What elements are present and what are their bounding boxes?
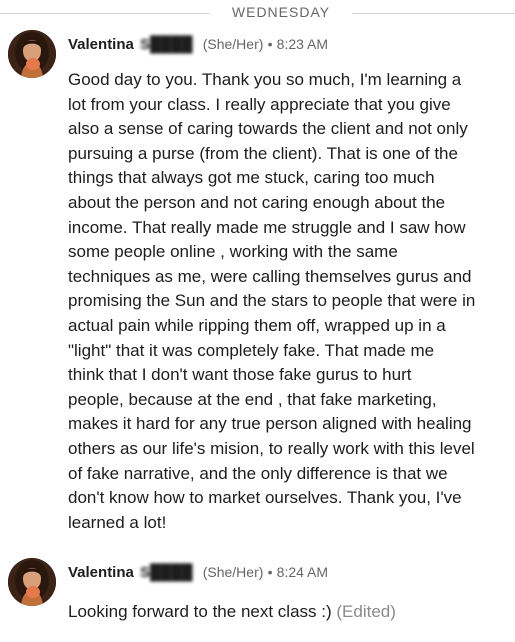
- avatar-photo-icon: [8, 558, 56, 606]
- sender-pronouns: (She/Her): [202, 564, 264, 580]
- sender-name[interactable]: Valentina: [68, 36, 134, 53]
- message-timestamp: 8:24 AM: [276, 564, 329, 580]
- message-timestamp: 8:23 AM: [276, 36, 329, 52]
- message-header: Valentina S████ (She/Her) • 8:23 AM: [68, 36, 328, 53]
- divider-line-right: [352, 13, 515, 14]
- separator-dot: •: [267, 36, 273, 52]
- message-body: Good day to you. Thank you so much, I'm …: [68, 70, 476, 532]
- message-header: Valentina S████ (She/Her) • 8:24 AM: [68, 564, 328, 581]
- divider-line-left: [0, 13, 210, 14]
- sender-pronouns: (She/Her): [202, 36, 264, 52]
- sender-name[interactable]: Valentina: [68, 564, 134, 581]
- day-divider-label: WEDNESDAY: [231, 4, 331, 20]
- edited-label: (Edited): [336, 602, 396, 621]
- sender-surname-redacted: S████: [140, 564, 193, 581]
- message-text: Looking forward to the next class :): [68, 602, 332, 621]
- separator-dot: •: [267, 564, 273, 580]
- avatar[interactable]: [8, 558, 56, 606]
- avatar[interactable]: [8, 30, 56, 78]
- message-body: Looking forward to the next class :) (Ed…: [68, 600, 498, 625]
- avatar-photo-icon: [8, 30, 56, 78]
- sender-surname-redacted: S████: [140, 36, 193, 53]
- day-divider: WEDNESDAY: [0, 0, 515, 28]
